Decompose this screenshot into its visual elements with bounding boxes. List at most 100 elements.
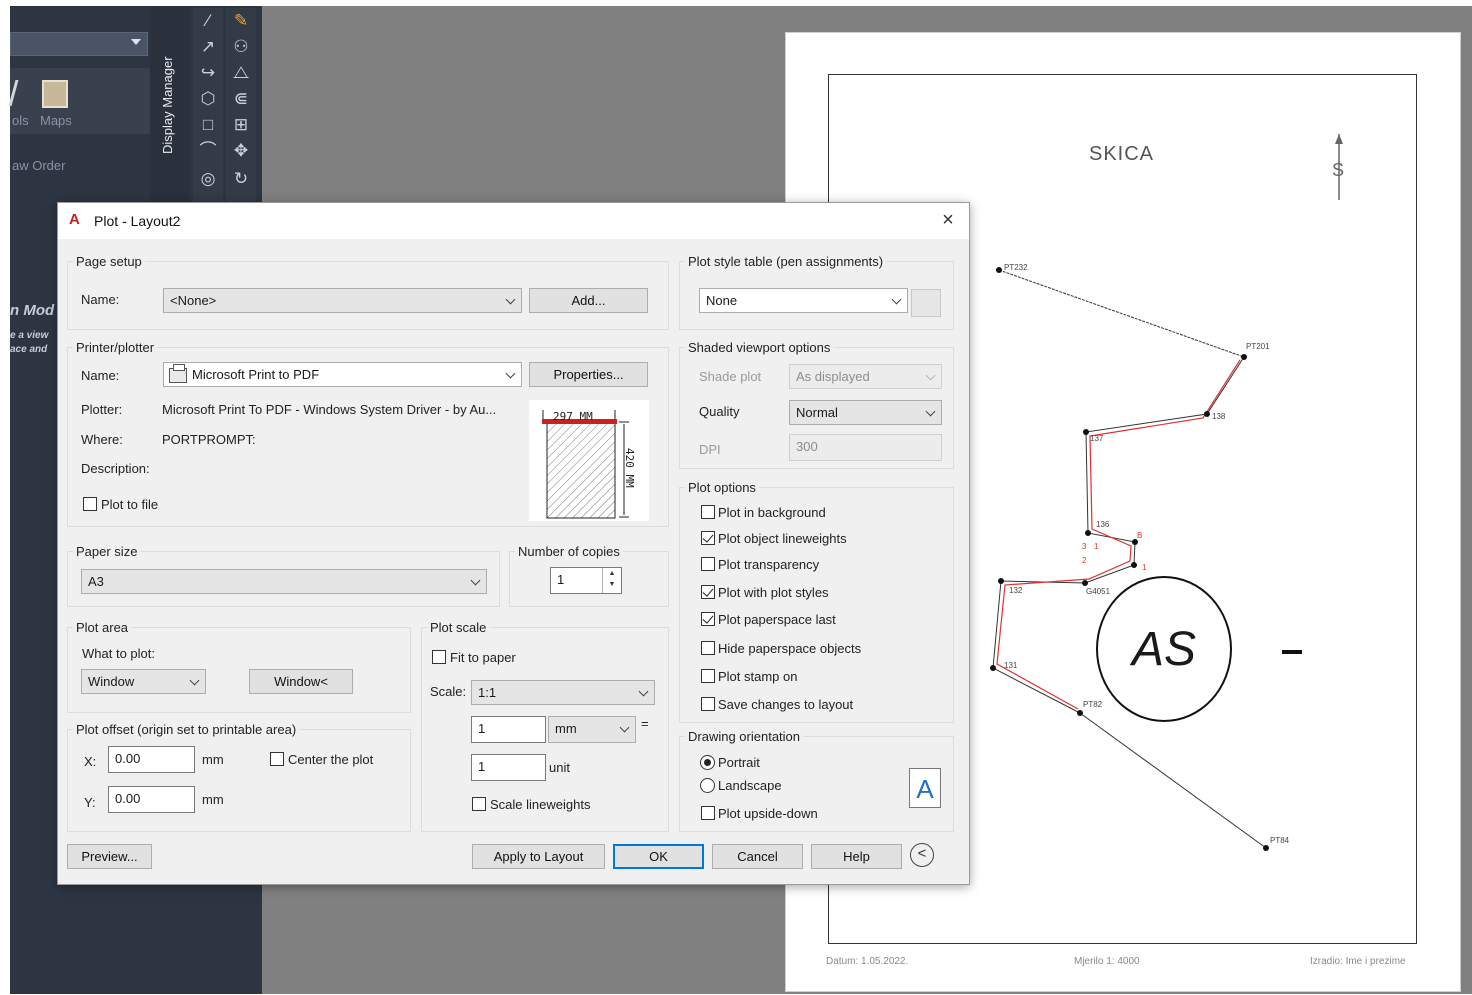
point-label: B: [1137, 531, 1143, 540]
printer-name-label: Name:: [81, 368, 120, 383]
plot-option-checkbox[interactable]: [701, 585, 715, 599]
center-plot-checkbox[interactable]: [270, 752, 284, 766]
offset-x-label: X:: [84, 754, 97, 769]
scale-lineweights-label: Scale lineweights: [490, 797, 591, 812]
plot-option-label: Plot transparency: [718, 557, 820, 572]
dpi-input[interactable]: 300: [789, 434, 942, 461]
spin-down-icon: ▼: [608, 581, 616, 588]
plot-option-label: Hide paperspace objects: [718, 641, 862, 656]
chevron-down-icon: [638, 686, 649, 697]
shade-plot-select[interactable]: As displayed: [789, 364, 942, 389]
plot-options-label: Plot options: [685, 480, 759, 495]
where-value: PORTPROMPT:: [162, 432, 256, 447]
fit-to-paper-label: Fit to paper: [450, 650, 516, 665]
as-stamp-text: AS: [1131, 622, 1197, 676]
plot-option-checkbox[interactable]: [701, 505, 715, 519]
point-label: 2: [1082, 556, 1087, 565]
plot-option-label: Plot object lineweights: [718, 531, 847, 546]
plotter-label: Plotter:: [81, 402, 123, 417]
point-label: PT82: [1083, 700, 1103, 709]
plot-offset-group: [67, 729, 411, 832]
plot-option-checkbox[interactable]: [701, 531, 715, 545]
properties-button[interactable]: Properties...: [529, 362, 648, 387]
scale-equals: =: [641, 716, 649, 731]
scale-select[interactable]: 1:1: [471, 680, 655, 705]
plot-to-file-checkbox[interactable]: [83, 497, 97, 511]
dialog-title: Plot - Layout2: [94, 213, 181, 229]
page-setup-name-select[interactable]: <None>: [163, 288, 522, 313]
scale-paper-input[interactable]: 1: [471, 716, 546, 743]
chevron-down-icon: [505, 294, 516, 305]
point-label: PT201: [1246, 342, 1270, 351]
point-label: PT232: [1004, 263, 1028, 272]
quality-select[interactable]: Normal: [789, 400, 942, 425]
printer-label: Printer/plotter: [73, 340, 158, 355]
chevron-down-icon: [505, 368, 516, 379]
point-label: 131: [1004, 661, 1018, 670]
chevron-down-icon: [891, 294, 902, 305]
plot-option-checkbox[interactable]: [701, 612, 715, 626]
cancel-button[interactable]: Cancel: [712, 844, 803, 869]
dpi-label: DPI: [699, 442, 721, 457]
preview-button[interactable]: Preview...: [67, 844, 152, 869]
edit-plot-style-button[interactable]: [911, 289, 941, 317]
page-setup-name-label: Name:: [81, 292, 120, 307]
help-button[interactable]: Help: [811, 844, 902, 869]
copies-spinner[interactable]: ▲ ▼: [602, 568, 621, 593]
plot-option-label: Plot in background: [718, 505, 826, 520]
portrait-label: Portrait: [718, 755, 760, 770]
offset-x-input[interactable]: 0.00: [108, 746, 195, 773]
chevron-down-icon: [925, 406, 936, 417]
apply-to-layout-button[interactable]: Apply to Layout: [472, 844, 605, 869]
plotter-value: Microsoft Print To PDF - Windows System …: [162, 402, 497, 417]
scale-unit-select[interactable]: mm: [548, 716, 636, 743]
offset-y-unit: mm: [202, 792, 224, 807]
plot-area-label: Plot area: [73, 620, 132, 635]
dialog-titlebar[interactable]: A Plot - Layout2 ×: [58, 203, 969, 239]
collapse-options-icon[interactable]: <: [910, 843, 934, 867]
paper-size-select[interactable]: A3: [81, 569, 487, 594]
as-stamp: AS: [1096, 576, 1232, 722]
point-label: 138: [1212, 412, 1226, 421]
window-button[interactable]: Window<: [249, 669, 353, 694]
point-label: 3: [1082, 542, 1087, 551]
paper-size-label: Paper size: [73, 544, 141, 559]
point-label: 1: [1094, 542, 1099, 551]
scale-unit-input[interactable]: 1: [471, 754, 546, 781]
offset-y-input[interactable]: 0.00: [108, 786, 195, 813]
plot-option-checkbox[interactable]: [701, 557, 715, 571]
landscape-label: Landscape: [718, 778, 782, 793]
offset-y-label: Y:: [84, 795, 96, 810]
dash-mark: [1282, 650, 1302, 654]
portrait-radio[interactable]: [700, 755, 715, 770]
fit-to-paper-checkbox[interactable]: [432, 650, 446, 664]
add-button[interactable]: Add...: [529, 288, 648, 313]
page-setup-label: Page setup: [73, 254, 145, 269]
plot-option-label: Plot paperspace last: [718, 612, 836, 627]
point-label: 1: [1142, 563, 1147, 572]
what-to-plot-select[interactable]: Window: [81, 669, 206, 694]
point-label: 137: [1090, 434, 1104, 443]
parcel-points: [990, 267, 1269, 851]
plot-style-select[interactable]: None: [699, 288, 908, 313]
point-label: PT84: [1270, 836, 1290, 845]
printer-name-select[interactable]: Microsoft Print to PDF: [163, 362, 522, 387]
scale-label: Scale:: [430, 684, 467, 699]
preview-height-label: 420 MM: [623, 448, 636, 488]
offset-x-unit: mm: [202, 752, 224, 767]
shaded-viewport-label: Shaded viewport options: [685, 340, 834, 355]
orientation-label: Drawing orientation: [685, 729, 804, 744]
scale-lineweights-checkbox[interactable]: [472, 797, 486, 811]
plot-option-checkbox[interactable]: [701, 641, 715, 655]
plot-option-label: Save changes to layout: [718, 697, 854, 712]
close-button[interactable]: ×: [937, 209, 959, 231]
ok-button[interactable]: OK: [613, 844, 704, 869]
plot-option-checkbox[interactable]: [701, 697, 715, 711]
point-label: 132: [1009, 586, 1023, 595]
chevron-down-icon: [189, 675, 200, 686]
plot-option-checkbox[interactable]: [701, 669, 715, 683]
upside-down-checkbox[interactable]: [701, 806, 715, 820]
plot-options-group: [679, 487, 954, 723]
landscape-radio[interactable]: [700, 778, 715, 793]
orientation-icon: A: [909, 768, 941, 808]
